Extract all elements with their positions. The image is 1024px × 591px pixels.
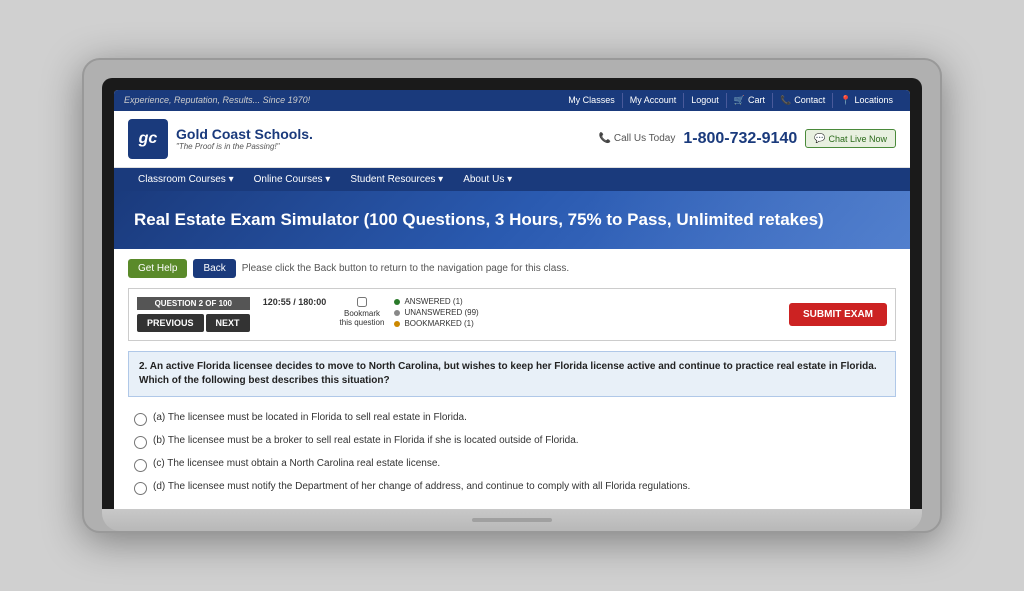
logo-area: gc Gold Coast Schools. "The Proof is in …: [128, 119, 313, 159]
screen-bezel: Experience, Reputation, Results... Since…: [102, 78, 922, 509]
question-number: 2.: [139, 361, 147, 372]
nav-online-courses[interactable]: Online Courses ▾: [244, 168, 341, 191]
header-right: 📞 Call Us Today 1-800-732-9140 💬 Chat Li…: [599, 129, 896, 148]
toolbar: Get Help Back Please click the Back butt…: [128, 259, 896, 278]
bookmark-section[interactable]: Bookmarkthis question: [340, 297, 385, 327]
question-body: An active Florida licensee decides to mo…: [139, 361, 877, 386]
site-header: gc Gold Coast Schools. "The Proof is in …: [114, 111, 910, 168]
question-nav: QUESTION 2 OF 100 PREVIOUS NEXT: [137, 297, 250, 332]
top-nav-cart[interactable]: 🛒 Cart: [726, 93, 772, 108]
answer-radio-b[interactable]: [134, 436, 147, 449]
get-help-button[interactable]: Get Help: [128, 259, 187, 278]
top-nav-locations[interactable]: 📍 Locations: [832, 93, 900, 108]
phone-row: 📞 Call Us Today 1-800-732-9140 💬 Chat Li…: [599, 129, 896, 148]
answer-radio-a[interactable]: [134, 413, 147, 426]
answer-option-d[interactable]: (d) The licensee must notify the Departm…: [128, 476, 896, 499]
top-nav-items: My Classes My Account Logout 🛒 Cart 📞 Co…: [561, 93, 900, 108]
stat-answered: ANSWERED (1): [394, 297, 779, 306]
bookmark-checkbox[interactable]: [357, 297, 367, 307]
bookmark-label: Bookmarkthis question: [340, 309, 385, 327]
question-text: 2. An active Florida licensee decides to…: [128, 351, 896, 397]
nav-classroom-courses[interactable]: Classroom Courses ▾: [128, 168, 244, 191]
question-controls: QUESTION 2 OF 100 PREVIOUS NEXT 120:55 /…: [128, 288, 896, 341]
answer-option-c[interactable]: (c) The licensee must obtain a North Car…: [128, 453, 896, 476]
timer-display: 120:55 / 180:00: [263, 297, 327, 307]
bookmarked-dot: [394, 321, 400, 327]
stat-bookmarked: BOOKMARKED (1): [394, 319, 779, 328]
top-nav-myclasses[interactable]: My Classes: [561, 93, 622, 108]
back-button[interactable]: Back: [193, 259, 235, 278]
phone-number: 1-800-732-9140: [683, 130, 797, 148]
answered-dot: [394, 299, 400, 305]
answer-radio-d[interactable]: [134, 482, 147, 495]
hero-title: Real Estate Exam Simulator (100 Question…: [134, 209, 890, 231]
answer-options: (a) The licensee must be located in Flor…: [128, 407, 896, 499]
content-area: Get Help Back Please click the Back butt…: [114, 249, 910, 509]
logo-name: Gold Coast Schools.: [176, 126, 313, 142]
logo-tagline: "The Proof is in the Passing!": [176, 142, 313, 151]
top-nav-myaccount[interactable]: My Account: [622, 93, 684, 108]
timer-section: 120:55 / 180:00: [260, 297, 330, 307]
stats-section: ANSWERED (1) UNANSWERED (99) BOOKMARKED …: [394, 297, 779, 328]
question-counter: QUESTION 2 OF 100: [137, 297, 250, 310]
laptop-base: [102, 509, 922, 531]
top-nav-logout[interactable]: Logout: [683, 93, 726, 108]
answer-text-b: (b) The licensee must be a broker to sel…: [153, 434, 579, 448]
toolbar-note: Please click the Back button to return t…: [242, 263, 569, 274]
unanswered-dot: [394, 310, 400, 316]
previous-button[interactable]: PREVIOUS: [137, 314, 204, 332]
top-nav-bar: Experience, Reputation, Results... Since…: [114, 90, 910, 111]
answer-text-d: (d) The licensee must notify the Departm…: [153, 480, 690, 494]
logo-icon: gc: [128, 119, 168, 159]
answer-text-a: (a) The licensee must be located in Flor…: [153, 411, 467, 425]
chat-button[interactable]: 💬 Chat Live Now: [805, 129, 896, 148]
phone-label: 📞 Call Us Today: [599, 133, 676, 144]
stat-unanswered: UNANSWERED (99): [394, 308, 779, 317]
answer-text-c: (c) The licensee must obtain a North Car…: [153, 457, 440, 471]
hero-banner: Real Estate Exam Simulator (100 Question…: [114, 191, 910, 249]
top-nav-contact[interactable]: 📞 Contact: [772, 93, 832, 108]
laptop-frame: Experience, Reputation, Results... Since…: [82, 58, 942, 533]
screen: Experience, Reputation, Results... Since…: [114, 90, 910, 509]
answer-option-a[interactable]: (a) The licensee must be located in Flor…: [128, 407, 896, 430]
nav-buttons: PREVIOUS NEXT: [137, 314, 250, 332]
top-tagline: Experience, Reputation, Results... Since…: [124, 95, 310, 105]
nav-about-us[interactable]: About Us ▾: [453, 168, 522, 191]
trackpad-notch: [472, 518, 552, 522]
answer-option-b[interactable]: (b) The licensee must be a broker to sel…: [128, 430, 896, 453]
nav-student-resources[interactable]: Student Resources ▾: [340, 168, 453, 191]
main-nav: Classroom Courses ▾ Online Courses ▾ Stu…: [114, 168, 910, 191]
submit-exam-button[interactable]: SUBMIT EXAM: [789, 303, 887, 326]
answer-radio-c[interactable]: [134, 459, 147, 472]
next-button[interactable]: NEXT: [206, 314, 250, 332]
logo-text: Gold Coast Schools. "The Proof is in the…: [176, 126, 313, 151]
